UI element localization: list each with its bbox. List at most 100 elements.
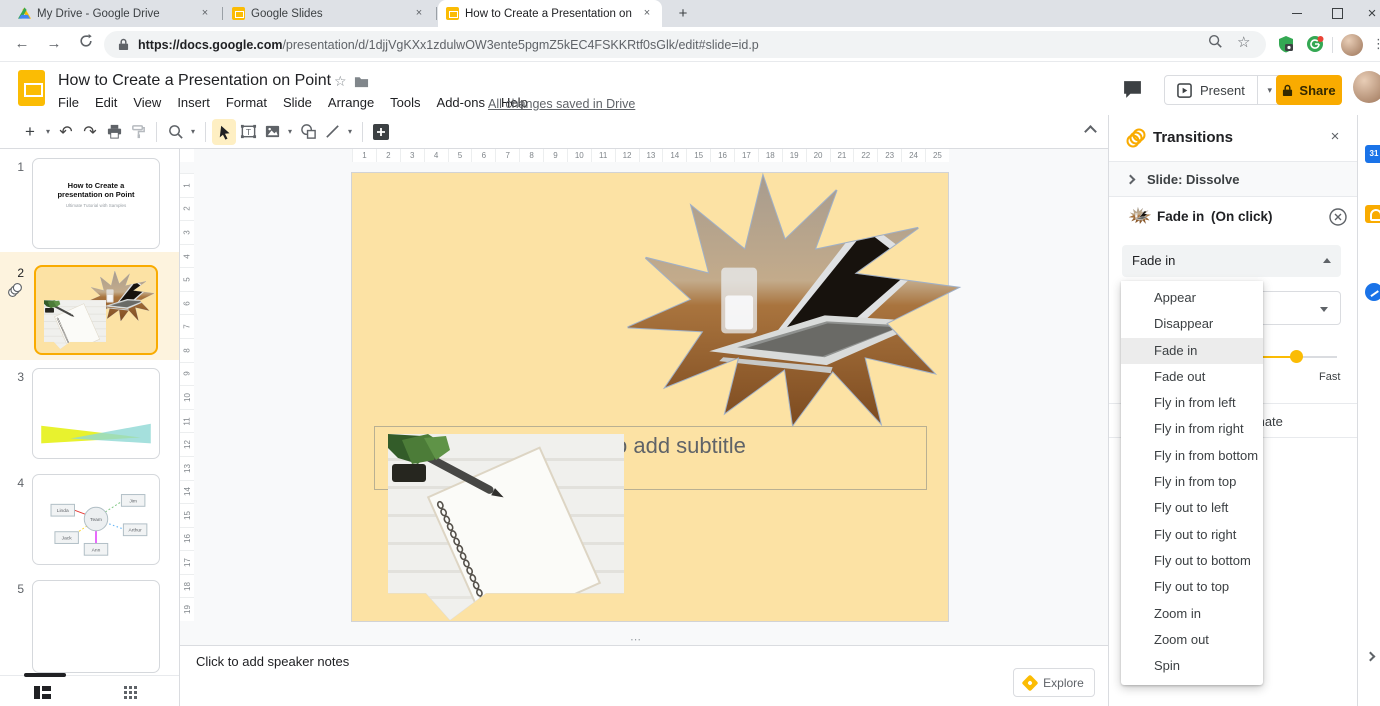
print-button[interactable] bbox=[102, 119, 126, 145]
dropdown-item-disappear[interactable]: Disappear bbox=[1121, 311, 1263, 337]
browser-profile-avatar[interactable] bbox=[1341, 34, 1363, 56]
tab-title: Google Slides bbox=[251, 8, 406, 20]
dropdown-item-zoom-in[interactable]: Zoom in bbox=[1121, 601, 1263, 627]
animation-type-dropdown-menu: AppearDisappearFade inFade outFly in fro… bbox=[1121, 281, 1263, 685]
zoom-page-icon[interactable] bbox=[1207, 33, 1223, 54]
forward-icon[interactable]: → bbox=[44, 34, 64, 54]
ruler-tick-v: 18 bbox=[180, 574, 194, 598]
panel-close-icon[interactable] bbox=[1325, 127, 1345, 147]
slide-thumbnail-3[interactable] bbox=[32, 368, 160, 459]
grid-view-icon[interactable] bbox=[124, 686, 137, 699]
move-folder-icon[interactable] bbox=[354, 75, 369, 93]
paint-format-button[interactable] bbox=[126, 119, 150, 145]
tab-presentation-active[interactable]: How to Create a Presentation on bbox=[438, 0, 662, 27]
show-side-panel-chevron[interactable] bbox=[1366, 652, 1376, 662]
slide-transition-row[interactable]: Slide: Dissolve bbox=[1109, 161, 1358, 197]
ruler-tick-v: 10 bbox=[180, 385, 194, 409]
share-button[interactable]: Share bbox=[1276, 75, 1342, 105]
reload-icon[interactable] bbox=[76, 34, 96, 54]
explore-button[interactable]: Explore bbox=[1013, 668, 1095, 697]
dropdown-item-fade-out[interactable]: Fade out bbox=[1121, 364, 1263, 390]
tab-separator bbox=[222, 7, 223, 20]
dropdown-item-zoom-out[interactable]: Zoom out bbox=[1121, 627, 1263, 653]
slider-knob[interactable] bbox=[1290, 350, 1303, 363]
menu-edit[interactable]: Edit bbox=[87, 95, 125, 110]
calendar-icon[interactable]: 31 bbox=[1365, 145, 1380, 163]
extension-grammar-icon[interactable] bbox=[1306, 35, 1324, 53]
url-bar[interactable]: https://docs.google.com/presentation/d/1… bbox=[104, 31, 1266, 58]
window-minimize-button[interactable] bbox=[1280, 0, 1314, 27]
notebook-bubble-image[interactable] bbox=[388, 434, 624, 620]
star-document-icon[interactable] bbox=[334, 73, 347, 90]
tab-close-icon[interactable] bbox=[198, 7, 212, 21]
comment-history-icon[interactable] bbox=[1122, 79, 1143, 105]
tab-my-drive[interactable]: My Drive - Google Drive bbox=[10, 0, 220, 27]
redo-button[interactable] bbox=[78, 119, 102, 145]
speaker-notes-area[interactable]: Click to add speaker notes Explore bbox=[180, 645, 1108, 706]
menu-format[interactable]: Format bbox=[218, 95, 275, 110]
insert-shape-button[interactable] bbox=[296, 119, 320, 145]
insert-line-button[interactable] bbox=[320, 119, 344, 145]
new-slide-button[interactable]: + bbox=[18, 119, 42, 145]
menu-view[interactable]: View bbox=[125, 95, 169, 110]
account-avatar[interactable] bbox=[1353, 71, 1380, 103]
dropdown-item-fly-in-from-bottom[interactable]: Fly in from bottom bbox=[1121, 443, 1263, 469]
back-icon[interactable]: ← bbox=[12, 34, 32, 54]
laptop-starburst-image[interactable] bbox=[570, 176, 958, 425]
insert-image-caret[interactable] bbox=[284, 119, 296, 145]
new-tab-button[interactable] bbox=[672, 3, 694, 25]
current-slide[interactable]: Click to add subtitle bbox=[352, 173, 948, 621]
undo-button[interactable] bbox=[54, 119, 78, 145]
dropdown-item-fly-in-from-left[interactable]: Fly in from left bbox=[1121, 390, 1263, 416]
insert-line-caret[interactable] bbox=[344, 119, 356, 145]
save-status-link[interactable]: All changes saved in Drive bbox=[488, 97, 635, 111]
new-slide-caret[interactable] bbox=[42, 119, 54, 145]
animation-row[interactable]: Fade in (On click) bbox=[1109, 197, 1358, 237]
dropdown-item-fly-in-from-right[interactable]: Fly in from right bbox=[1121, 416, 1263, 442]
dropdown-item-fly-out-to-left[interactable]: Fly out to left bbox=[1121, 495, 1263, 521]
zoom-tool-caret[interactable] bbox=[187, 119, 199, 145]
keep-icon[interactable] bbox=[1365, 205, 1380, 223]
ruler-tick-v: 12 bbox=[180, 432, 194, 456]
present-button[interactable]: Present bbox=[1165, 76, 1258, 104]
window-close-button[interactable] bbox=[1355, 0, 1380, 27]
tab-close-icon[interactable] bbox=[640, 7, 654, 21]
dropdown-item-fly-out-to-right[interactable]: Fly out to right bbox=[1121, 522, 1263, 548]
slide-thumbnail-1[interactable]: How to Create a presentation on Point Ul… bbox=[32, 158, 160, 249]
menu-file[interactable]: File bbox=[50, 95, 87, 110]
insert-comment-button[interactable] bbox=[369, 119, 393, 145]
bookmark-star-icon[interactable]: ☆ bbox=[1237, 33, 1250, 51]
tasks-icon[interactable] bbox=[1365, 283, 1380, 301]
drive-icon bbox=[18, 7, 31, 20]
insert-image-button[interactable] bbox=[260, 119, 284, 145]
dropdown-item-appear[interactable]: Appear bbox=[1121, 285, 1263, 311]
dropdown-item-fly-out-to-top[interactable]: Fly out to top bbox=[1121, 574, 1263, 600]
dropdown-item-fly-out-to-bottom[interactable]: Fly out to bottom bbox=[1121, 548, 1263, 574]
menu-tools[interactable]: Tools bbox=[382, 95, 428, 110]
diagram-node-label: Jim bbox=[129, 498, 137, 504]
browser-menu-icon[interactable] bbox=[1372, 36, 1380, 52]
slide-thumbnail-2-selected[interactable] bbox=[34, 265, 158, 355]
filmstrip-view-icon[interactable] bbox=[34, 686, 51, 699]
remove-animation-icon[interactable] bbox=[1328, 207, 1348, 227]
window-maximize-button[interactable] bbox=[1320, 0, 1354, 27]
text-box-button[interactable]: T bbox=[236, 119, 260, 145]
dropdown-item-fade-in[interactable]: Fade in bbox=[1121, 338, 1263, 364]
tab-google-slides[interactable]: Google Slides bbox=[224, 0, 434, 27]
menu-slide[interactable]: Slide bbox=[275, 95, 320, 110]
extension-shield-icon[interactable] bbox=[1277, 35, 1295, 53]
menu-insert[interactable]: Insert bbox=[169, 95, 218, 110]
menu-add-ons[interactable]: Add-ons bbox=[429, 95, 493, 110]
filmstrip-scrollbar[interactable] bbox=[24, 673, 66, 677]
slide-thumbnail-5[interactable] bbox=[32, 580, 160, 673]
slides-logo-icon[interactable] bbox=[18, 70, 45, 106]
document-title[interactable]: How to Create a Presentation on Point bbox=[58, 72, 331, 90]
dropdown-item-fly-in-from-top[interactable]: Fly in from top bbox=[1121, 469, 1263, 495]
zoom-tool-button[interactable] bbox=[163, 119, 187, 145]
animation-type-select[interactable]: Fade in bbox=[1122, 245, 1341, 277]
select-tool-button[interactable] bbox=[212, 119, 236, 145]
menu-arrange[interactable]: Arrange bbox=[320, 95, 382, 110]
tab-close-icon[interactable] bbox=[412, 7, 426, 21]
slide-thumbnail-4[interactable]: Team Linda Jim Jack Ann Arthur bbox=[32, 474, 160, 565]
dropdown-item-spin[interactable]: Spin bbox=[1121, 653, 1263, 679]
